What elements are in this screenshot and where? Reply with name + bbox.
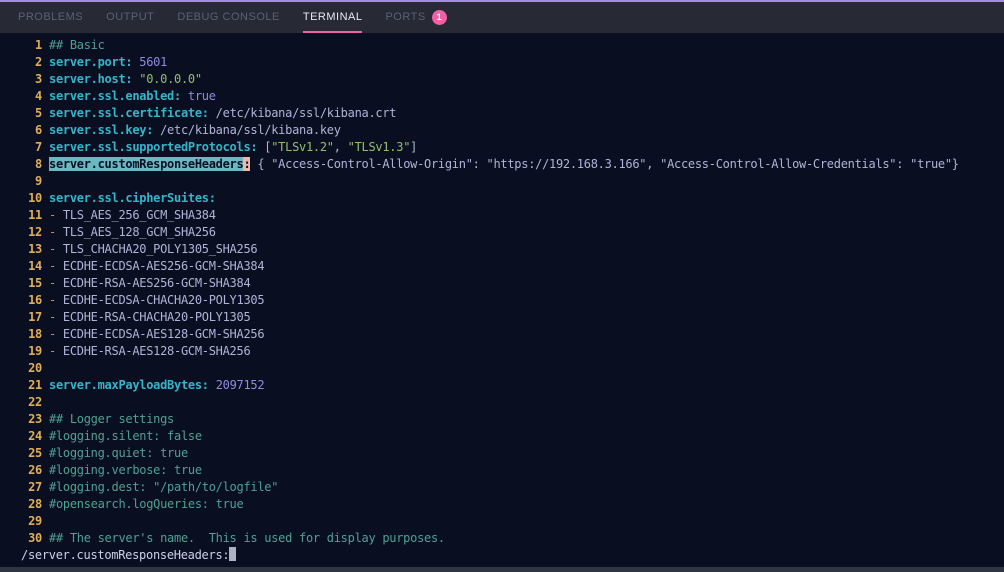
line-number: 19: [28, 344, 42, 358]
terminal-line: 15- ECDHE-RSA-AES256-GCM-SHA384: [21, 275, 1004, 292]
terminal-line: 6 server.ssl.key: /etc/kibana/ssl/kibana.…: [21, 122, 1004, 139]
line-number: 22: [28, 395, 42, 409]
line-number: 5: [35, 106, 42, 120]
line-number: 30: [28, 531, 42, 545]
line-number: 23: [28, 412, 42, 426]
line-number: 9: [35, 174, 42, 188]
line-number: 27: [28, 480, 42, 494]
tab-problems-label: PROBLEMS: [18, 11, 84, 23]
line-number: 10: [28, 191, 42, 205]
terminal-line: 14- ECDHE-ECDSA-AES256-GCM-SHA384: [21, 258, 1004, 275]
line-number: 11: [28, 208, 42, 222]
tab-problems[interactable]: PROBLEMS: [18, 2, 83, 33]
line-number: 2: [35, 55, 42, 69]
terminal-line: 23 ## Logger settings: [21, 411, 1004, 428]
line-number: 26: [28, 463, 42, 477]
terminal-buffer[interactable]: 1 ## Basic 2 server.port: 5601 3 server.host:…: [0, 33, 1004, 567]
tab-ports-label: PORTS: [385, 11, 426, 23]
tab-output[interactable]: OUTPUT: [106, 2, 154, 33]
tab-terminal[interactable]: TERMINAL: [302, 2, 363, 33]
line-number: 20: [28, 361, 42, 375]
line-number: 25: [28, 446, 42, 460]
terminal-line: 28 #opensearch.logQueries: true: [21, 496, 1004, 513]
terminal-line: 22: [21, 394, 1004, 411]
panel-tab-bar: PROBLEMS OUTPUT DEBUG CONSOLE TERMINAL P…: [0, 2, 1004, 33]
terminal-line: 18- ECDHE-ECDSA-AES128-GCM-SHA256: [21, 326, 1004, 343]
terminal-line: 7 server.ssl.supportedProtocols: ["TLSv1.…: [21, 139, 1004, 156]
line-number: 16: [28, 293, 42, 307]
terminal-line: 9: [21, 173, 1004, 190]
line-number: 17: [28, 310, 42, 324]
terminal-line: 11- TLS_AES_256_GCM_SHA384: [21, 207, 1004, 224]
terminal-line: 8 server.customResponseHeaders: { "Access…: [21, 156, 1004, 173]
ports-count-badge: 1: [431, 9, 447, 25]
terminal-line: 5 server.ssl.certificate: /etc/kibana/ssl…: [21, 105, 1004, 122]
terminal-line: 2 server.port: 5601: [21, 54, 1004, 71]
terminal-line: 25 #logging.quiet: true: [21, 445, 1004, 462]
terminal-cursor: [229, 547, 237, 561]
tab-terminal-label: TERMINAL: [302, 11, 363, 23]
line-number: 1: [35, 38, 42, 52]
tab-debug-console-label: DEBUG CONSOLE: [177, 11, 280, 23]
line-number: 18: [28, 327, 42, 341]
line-number: 14: [28, 259, 42, 273]
line-number: 6: [35, 123, 42, 137]
line-number: 21: [28, 378, 42, 392]
terminal-line: 3 server.host: "0.0.0.0": [21, 71, 1004, 88]
line-number: 7: [35, 140, 42, 154]
line-number: 8: [35, 157, 42, 171]
line-number: 28: [28, 497, 42, 511]
search-prompt-text: /server.customResponseHeaders:: [21, 548, 230, 562]
terminal-line: 13- TLS_CHACHA20_POLY1305_SHA256: [21, 241, 1004, 258]
terminal-line: 19- ECDHE-RSA-AES128-GCM-SHA256: [21, 343, 1004, 360]
terminal-line: 20: [21, 360, 1004, 377]
tab-debug-console[interactable]: DEBUG CONSOLE: [177, 2, 279, 33]
line-number: 29: [28, 514, 42, 528]
terminal-line: 29: [21, 513, 1004, 530]
tab-output-label: OUTPUT: [106, 11, 155, 23]
line-number: 12: [28, 225, 42, 239]
terminal-line: 30 ## The server's name. This is used for…: [21, 530, 1004, 547]
terminal-line: 1 ## Basic: [21, 37, 1004, 54]
line-number: 15: [28, 276, 42, 290]
terminal-line: 26 #logging.verbose: true: [21, 462, 1004, 479]
line-number: 13: [28, 242, 42, 256]
line-number: 4: [35, 89, 42, 103]
tab-ports[interactable]: PORTS 1: [385, 2, 447, 33]
terminal-line: 17- ECDHE-RSA-CHACHA20-POLY1305: [21, 309, 1004, 326]
terminal-line: 21 server.maxPayloadBytes: 2097152: [21, 377, 1004, 394]
terminal-line: 12- TLS_AES_128_GCM_SHA256: [21, 224, 1004, 241]
line-number: 3: [35, 72, 42, 86]
line-number: 24: [28, 429, 42, 443]
terminal-line: 10 server.ssl.cipherSuites:: [21, 190, 1004, 207]
terminal-line: 24 #logging.silent: false: [21, 428, 1004, 445]
terminal-line: 27 #logging.dest: "/path/to/logfile": [21, 479, 1004, 496]
panel-bottom-strip: [0, 567, 1004, 572]
terminal-line: 16- ECDHE-ECDSA-CHACHA20-POLY1305: [21, 292, 1004, 309]
vim-search-prompt: /server.customResponseHeaders:: [21, 547, 1004, 564]
terminal-line: 4 server.ssl.enabled: true: [21, 88, 1004, 105]
